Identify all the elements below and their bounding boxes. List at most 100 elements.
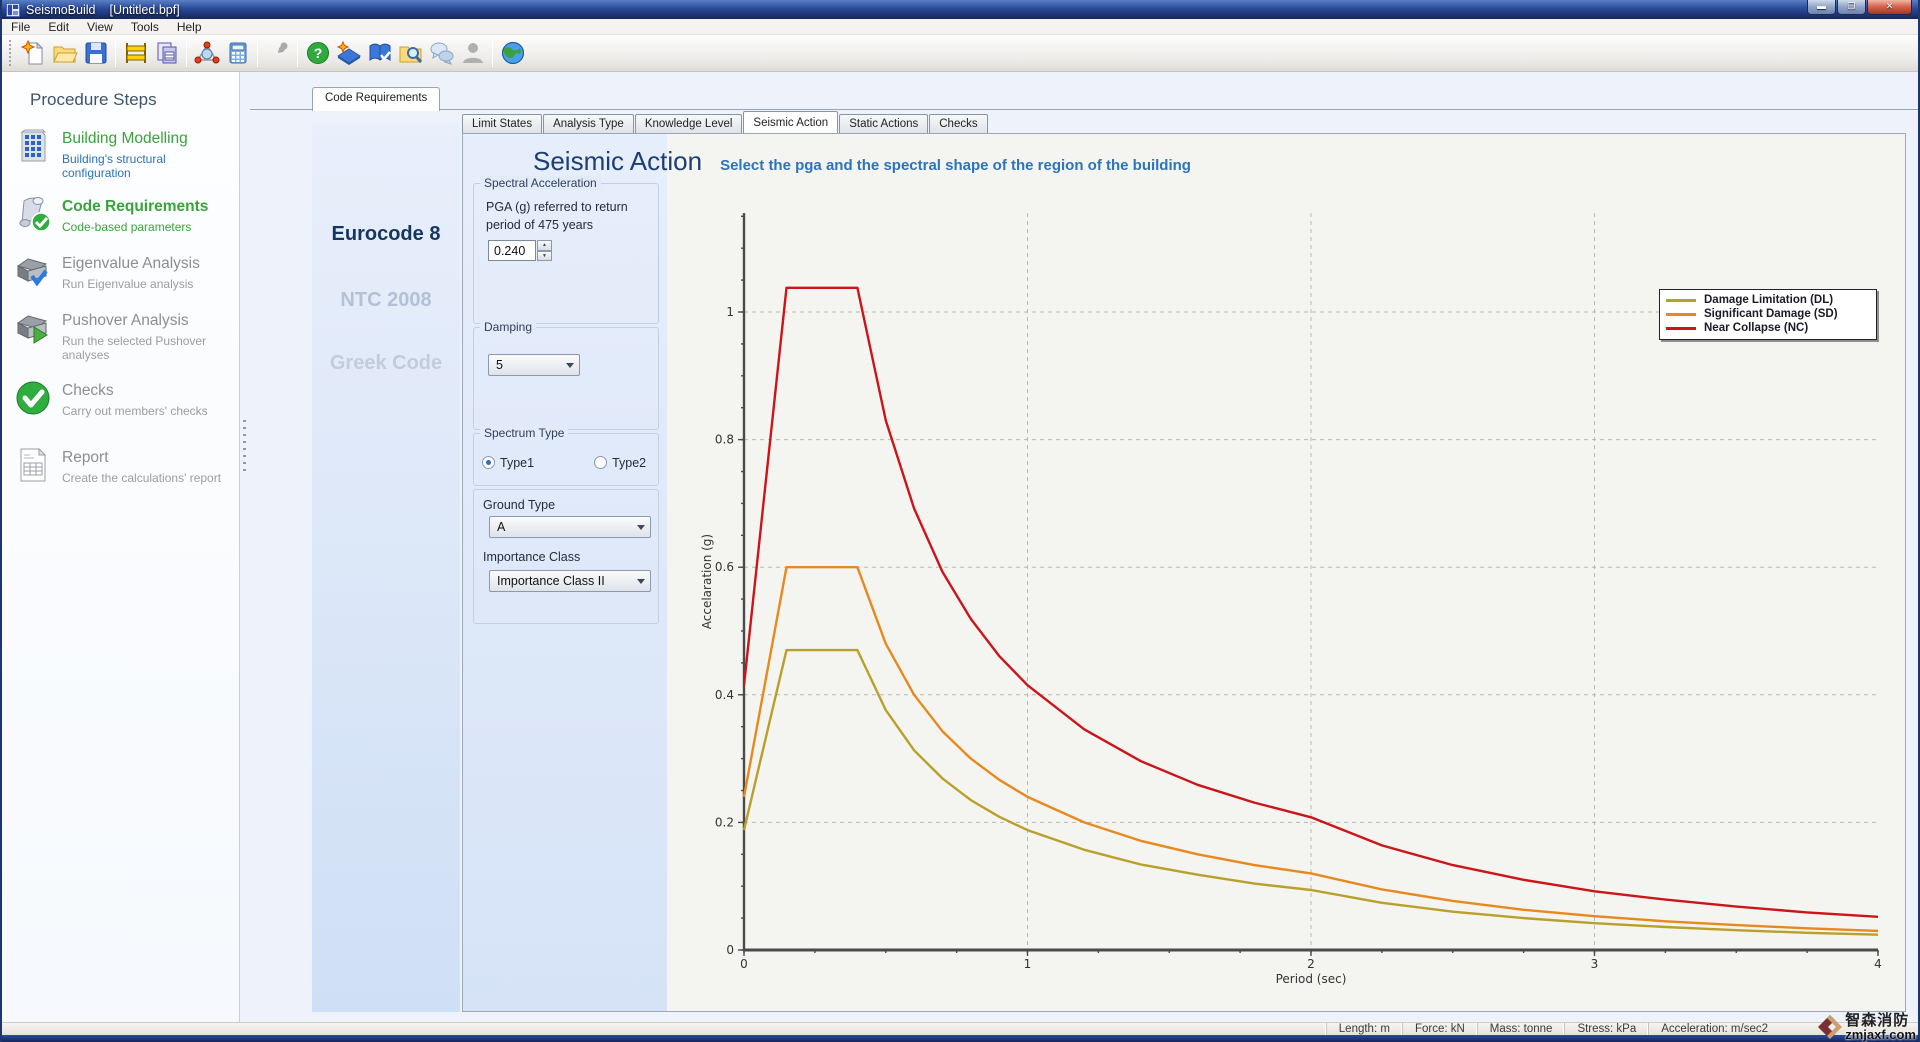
- support-icon[interactable]: [333, 38, 364, 68]
- scroll-check-icon: [14, 195, 52, 233]
- workspace: Procedure Steps Building Modelling Build…: [2, 72, 1918, 1022]
- status-length: Length: m: [1326, 1023, 1402, 1036]
- status-force: Force: kN: [1402, 1023, 1477, 1036]
- type1-radio[interactable]: [482, 456, 495, 469]
- tab-limit-states[interactable]: Limit States: [462, 114, 542, 133]
- forum-icon[interactable]: [426, 38, 457, 68]
- menu-bar: File Edit View Tools Help: [2, 19, 1918, 35]
- status-stress: Stress: kPa: [1564, 1023, 1648, 1036]
- title-bar: SeismoBuild [Untitled.bpf] ▬ ❐ ✕: [2, 0, 1918, 19]
- new-project-icon[interactable]: [18, 38, 49, 68]
- sidebar-item-sublabel: Run Eigenvalue analysis: [62, 277, 193, 291]
- seismic-action-page: Seismic ActionSelect the pga and the spe…: [462, 133, 1906, 1012]
- sidebar-item-building-modelling[interactable]: Building Modelling Building's structural…: [12, 127, 234, 179]
- window-border: [2, 1035, 1918, 1042]
- group-label: Spectral Acceleration: [480, 176, 601, 190]
- toolbar-separator: [492, 40, 493, 67]
- toolbar: ?: [2, 35, 1918, 72]
- minimize-button[interactable]: ▬: [1807, 0, 1836, 15]
- spin-down-icon[interactable]: ▼: [537, 251, 552, 262]
- ground-importance-group: Ground Type A Importance Class Importanc…: [473, 489, 659, 624]
- watermark-site: zmjaxf.com: [1845, 1028, 1916, 1041]
- legend-swatch: [1666, 299, 1696, 302]
- app-logo-icon: [6, 3, 20, 17]
- tab-checks[interactable]: Checks: [929, 114, 987, 133]
- open-project-icon[interactable]: [49, 38, 80, 68]
- legend-item: Significant Damage (SD): [1666, 307, 1868, 321]
- menu-tools[interactable]: Tools: [122, 20, 168, 34]
- website-globe-icon[interactable]: [497, 38, 528, 68]
- svg-text:0.4: 0.4: [715, 688, 734, 702]
- tab-static-actions[interactable]: Static Actions: [839, 114, 928, 133]
- svg-text:0: 0: [726, 943, 734, 957]
- sidebar-item-eigenvalue-analysis[interactable]: Eigenvalue Analysis Run Eigenvalue analy…: [12, 252, 234, 304]
- restore-button[interactable]: ❐: [1837, 0, 1866, 15]
- engine-play-icon: [14, 309, 52, 347]
- sidebar-item-label: Building Modelling: [62, 130, 188, 148]
- svg-text:Accelaration (g): Accelaration (g): [700, 534, 714, 629]
- tab-analysis-type[interactable]: Analysis Type: [543, 114, 634, 133]
- menu-view[interactable]: View: [78, 20, 122, 34]
- ground-type-value: A: [497, 520, 505, 534]
- app-title: SeismoBuild: [26, 3, 95, 17]
- spin-up-icon[interactable]: ▲: [537, 240, 552, 251]
- splitter-grip-icon: [243, 420, 246, 472]
- sidebar-item-checks[interactable]: Checks Carry out members' checks: [12, 379, 234, 431]
- watermark: 智森消防 zmjaxf.com: [1815, 1012, 1916, 1042]
- pga-input[interactable]: [488, 240, 536, 261]
- toolbar-grip[interactable]: [9, 40, 12, 66]
- code-option-greek-code[interactable]: Greek Code: [312, 352, 460, 375]
- menu-edit[interactable]: Edit: [39, 20, 78, 34]
- chevron-down-icon: [637, 579, 645, 584]
- menu-file[interactable]: File: [2, 20, 39, 34]
- group-label: Damping: [480, 320, 536, 334]
- sidebar-item-pushover-analysis[interactable]: Pushover Analysis Run the selected Pusho…: [12, 309, 234, 361]
- menu-help[interactable]: Help: [168, 20, 211, 34]
- report-icon[interactable]: [151, 38, 182, 68]
- save-project-icon[interactable]: [80, 38, 111, 68]
- toolbar-separator: [186, 40, 187, 67]
- spectral-acceleration-group: Spectral Acceleration PGA (g) referred t…: [473, 183, 659, 324]
- damping-group: Damping 5: [473, 327, 659, 430]
- svg-text:0.6: 0.6: [715, 560, 734, 574]
- tab-knowledge-level[interactable]: Knowledge Level: [635, 114, 743, 133]
- status-mass: Mass: tonne: [1477, 1023, 1565, 1036]
- code-option-ntc2008[interactable]: NTC 2008: [312, 289, 460, 312]
- document-title: [Untitled.bpf]: [109, 3, 179, 17]
- sidebar-item-report[interactable]: Report Create the calculations' report: [12, 446, 234, 498]
- tab-seismic-action[interactable]: Seismic Action: [743, 111, 838, 133]
- close-button[interactable]: ✕: [1867, 0, 1912, 15]
- model-viewer-icon[interactable]: [191, 38, 222, 68]
- damping-dropdown[interactable]: 5: [488, 354, 580, 376]
- engine-check-icon: [14, 252, 52, 290]
- code-option-eurocode8[interactable]: Eurocode 8: [312, 223, 460, 246]
- app-window: SeismoBuild [Untitled.bpf] ▬ ❐ ✕ File Ed…: [0, 0, 1920, 1042]
- help-icon[interactable]: ?: [302, 38, 333, 68]
- type2-label: Type2: [612, 456, 646, 470]
- importance-class-dropdown[interactable]: Importance Class II: [489, 570, 651, 592]
- chart-legend: Damage Limitation (DL)Significant Damage…: [1659, 289, 1877, 340]
- ground-type-dropdown[interactable]: A: [489, 516, 651, 538]
- sidebar-item-sublabel: Carry out members' checks: [62, 404, 208, 418]
- sidebar-item-sublabel: Create the calculations' report: [62, 471, 221, 485]
- sidebar-item-label: Code Requirements: [62, 198, 208, 216]
- svg-text:0.8: 0.8: [715, 433, 734, 447]
- legend-label: Near Collapse (NC): [1704, 322, 1808, 334]
- settings-panel: Spectral Acceleration PGA (g) referred t…: [463, 134, 667, 1011]
- sidebar-splitter[interactable]: [240, 72, 250, 1022]
- svg-text:?: ?: [313, 45, 322, 61]
- importance-class-label: Importance Class: [483, 550, 580, 564]
- sidebar-item-label: Checks: [62, 382, 114, 400]
- document-tab-row: Code Requirements: [250, 72, 1918, 110]
- example-browser-icon[interactable]: [395, 38, 426, 68]
- section-properties-icon[interactable]: [120, 38, 151, 68]
- document-tab-code-requirements[interactable]: Code Requirements: [312, 87, 440, 111]
- sidebar-item-sublabel: Building's structural configuration: [62, 152, 234, 180]
- pga-spinner: ▲ ▼: [537, 240, 552, 261]
- user-manual-icon[interactable]: [364, 38, 395, 68]
- sidebar-item-code-requirements[interactable]: Code Requirements Code-based parameters: [12, 195, 234, 247]
- type2-radio[interactable]: [594, 456, 607, 469]
- calculator-icon[interactable]: [222, 38, 253, 68]
- type1-label: Type1: [500, 456, 534, 470]
- content-area: Eurocode 8 NTC 2008 Greek Code Limit Sta…: [250, 110, 1918, 1022]
